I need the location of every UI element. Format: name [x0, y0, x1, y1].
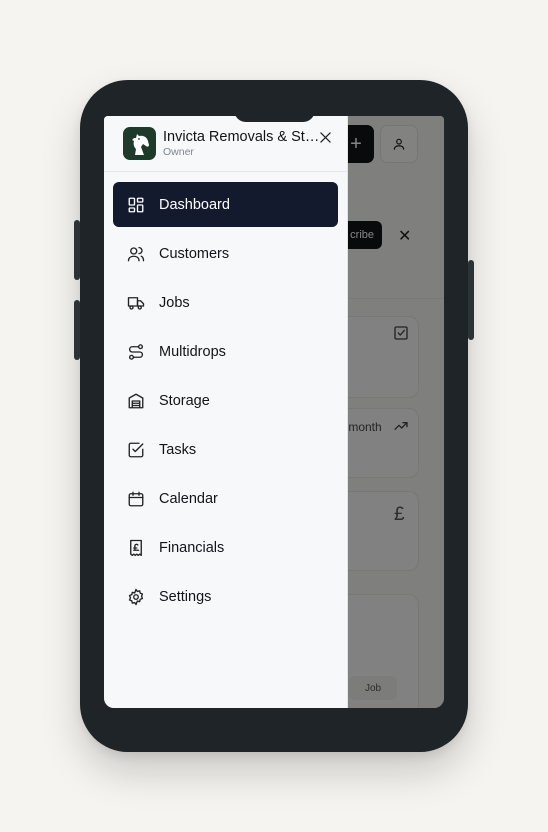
sidebar-item-label: Multidrops [159, 343, 226, 360]
gear-icon [127, 588, 145, 606]
sidebar-item-multidrops[interactable]: Multidrops [113, 329, 338, 374]
phone-screen: + cribe ✕ s month £ Job Invicta Removals… [104, 116, 444, 708]
sidebar-item-label: Dashboard [159, 196, 230, 213]
close-icon [319, 131, 331, 143]
sidebar-item-settings[interactable]: Settings [113, 574, 338, 619]
sidebar-item-dashboard[interactable]: Dashboard [113, 182, 338, 227]
power-button [468, 260, 474, 340]
camera-notch [234, 98, 315, 122]
volume-up-button [74, 220, 80, 280]
business-name: Invicta Removals & Storage [163, 129, 325, 145]
warehouse-icon [127, 392, 145, 410]
receipt-pound-icon [127, 539, 145, 557]
sidebar-item-label: Financials [159, 539, 225, 556]
navigation-drawer: Invicta Removals & Storage Owner Dashboa… [104, 116, 348, 708]
truck-icon [127, 294, 145, 312]
sidebar-item-tasks[interactable]: Tasks [113, 427, 338, 472]
close-drawer-button[interactable] [317, 129, 333, 145]
users-icon [127, 245, 145, 263]
sidebar-item-label: Storage [159, 392, 210, 409]
sidebar-item-label: Tasks [159, 441, 197, 458]
user-role: Owner [163, 146, 194, 158]
sidebar-item-customers[interactable]: Customers [113, 231, 338, 276]
sidebar-nav: Dashboard Customers Jobs Multidrops Stor… [104, 172, 347, 619]
volume-down-button [74, 300, 80, 360]
sidebar-item-calendar[interactable]: Calendar [113, 476, 338, 521]
sidebar-item-jobs[interactable]: Jobs [113, 280, 338, 325]
sidebar-item-storage[interactable]: Storage [113, 378, 338, 423]
route-icon [127, 343, 145, 361]
drawer-header: Invicta Removals & Storage Owner [104, 116, 347, 172]
calendar-icon [127, 490, 145, 508]
horse-logo-icon [123, 127, 156, 160]
sidebar-item-financials[interactable]: Financials [113, 525, 338, 570]
sidebar-item-label: Calendar [159, 490, 218, 507]
sidebar-item-label: Settings [159, 588, 212, 605]
check-square-icon [127, 441, 145, 459]
dashboard-icon [127, 196, 145, 214]
sidebar-item-label: Customers [159, 245, 230, 262]
sidebar-item-label: Jobs [159, 294, 190, 311]
